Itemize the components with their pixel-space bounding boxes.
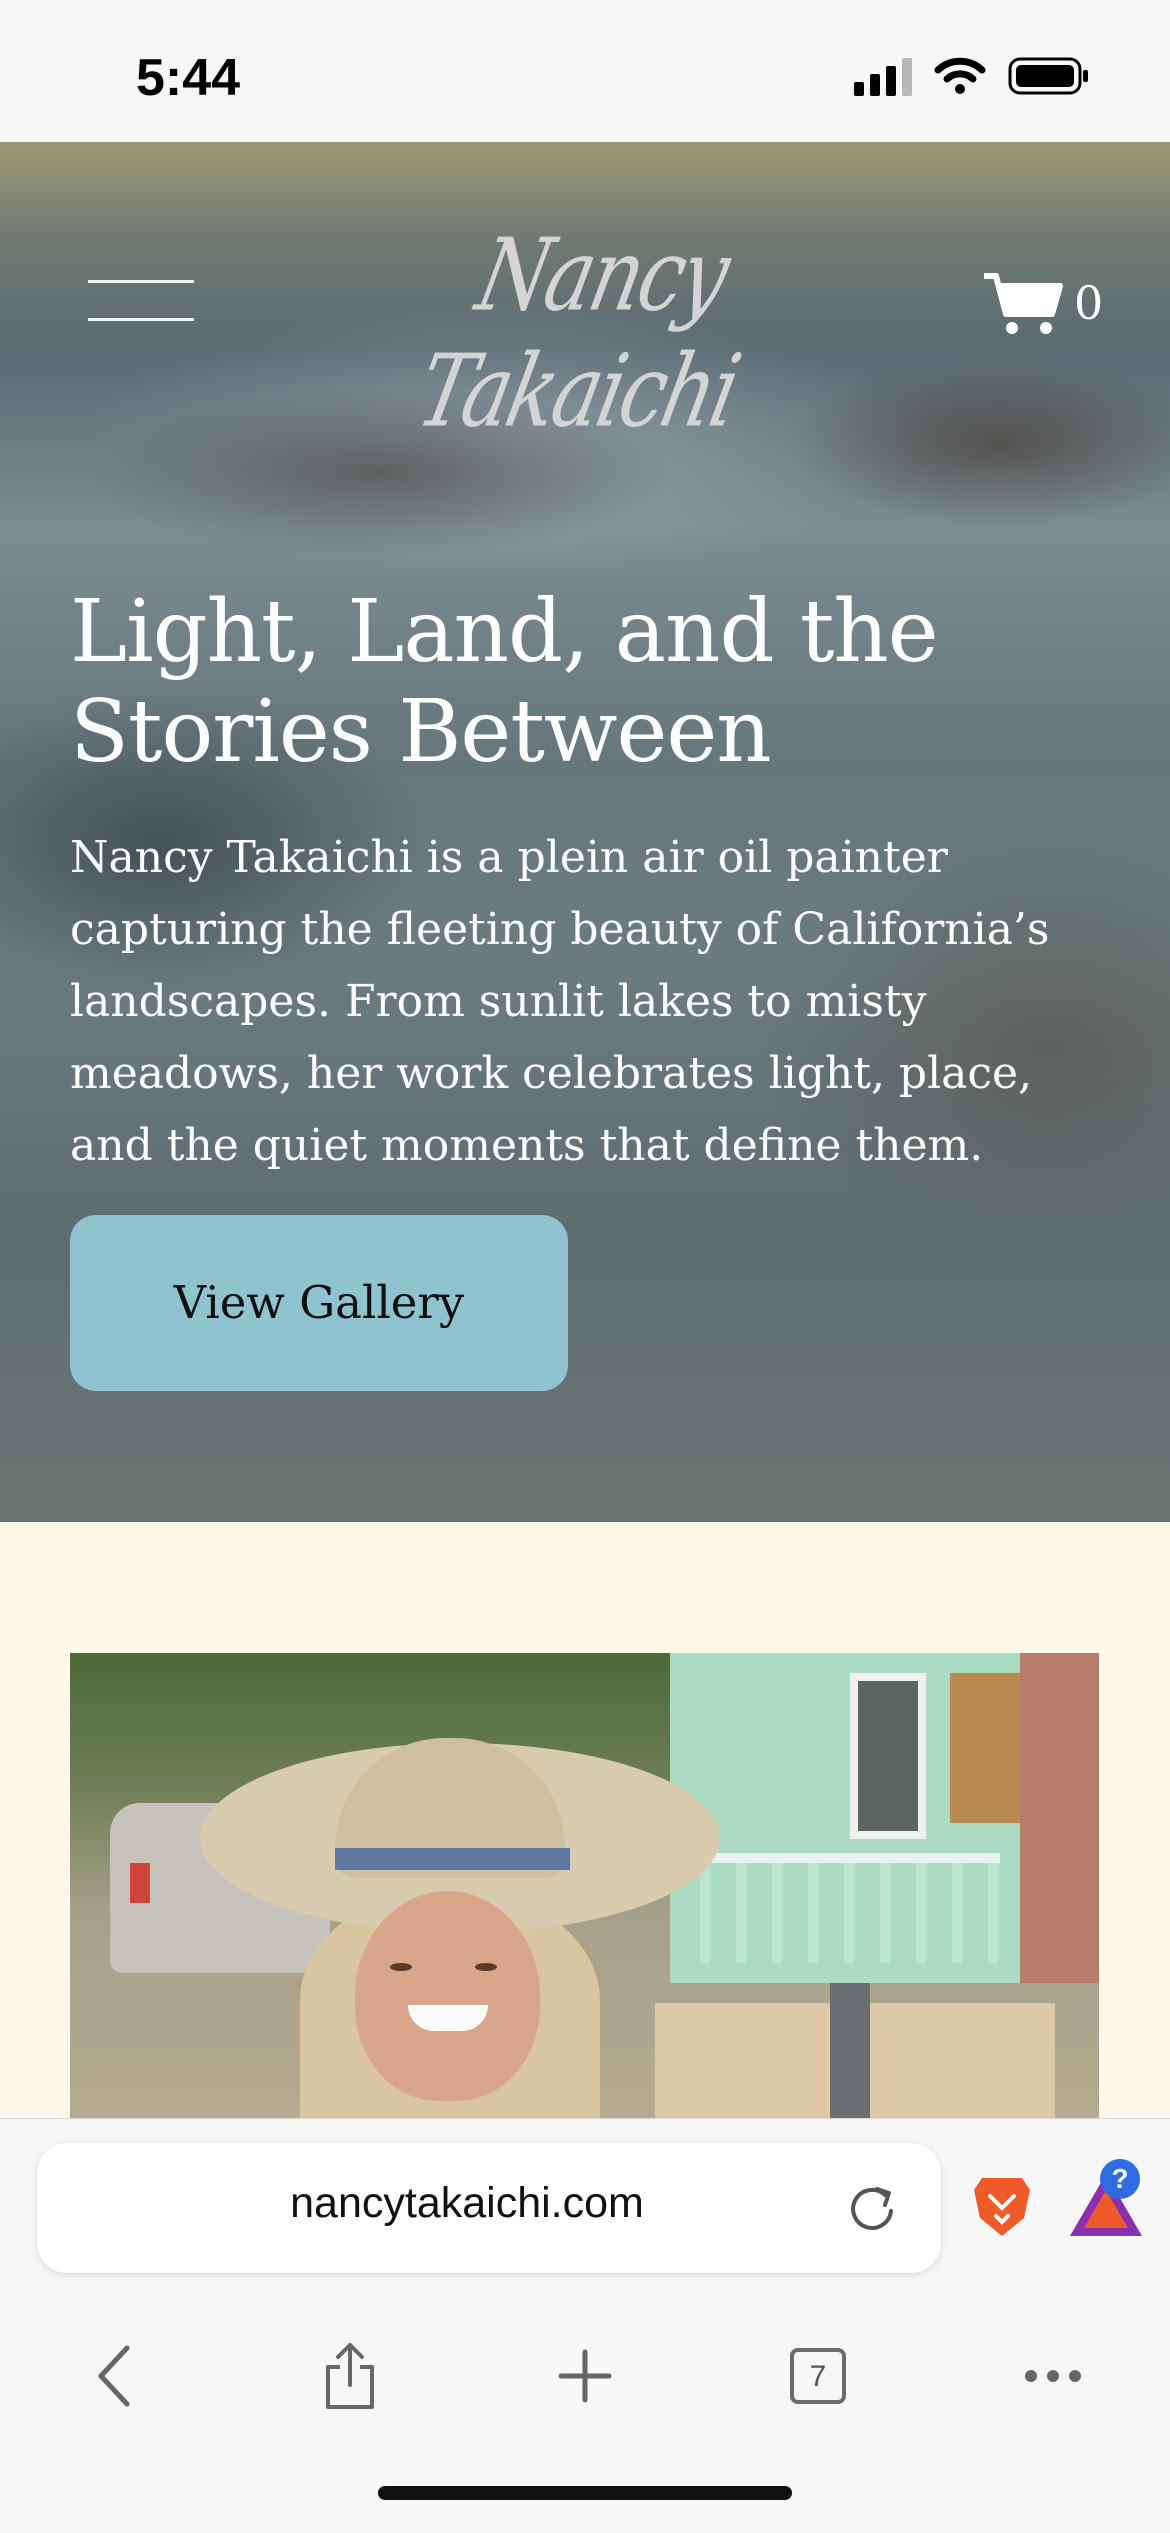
- new-tab-button[interactable]: [540, 2331, 630, 2421]
- home-indicator[interactable]: [378, 2486, 792, 2500]
- cart-button[interactable]: 0: [982, 270, 1103, 336]
- signal-icon: [854, 56, 912, 96]
- new-tab-icon: [558, 2349, 612, 2403]
- brave-lion-icon[interactable]: [972, 2174, 1032, 2240]
- back-icon: [98, 2345, 130, 2407]
- cart-icon: [984, 273, 1063, 334]
- logo-text: Nancy Takaichi: [408, 216, 748, 450]
- share-icon: [326, 2343, 374, 2409]
- hero-section: Nancy Takaichi 0 Light, Land, and the St…: [0, 142, 1170, 1522]
- artist-photo: [70, 1653, 1099, 2118]
- reload-icon[interactable]: [845, 2181, 901, 2237]
- battery-icon: [1008, 57, 1088, 95]
- back-button[interactable]: [70, 2331, 160, 2421]
- site-logo[interactable]: Nancy Takaichi: [380, 202, 800, 450]
- more-button[interactable]: [1008, 2331, 1098, 2421]
- url-text: nancytakaichi.com: [290, 2179, 644, 2227]
- hero-description: Nancy Takaichi is a plein air oil painte…: [70, 832, 1050, 1171]
- share-button[interactable]: [305, 2331, 395, 2421]
- address-bar[interactable]: nancytakaichi.com: [37, 2143, 941, 2273]
- hero-title: Light, Land, and the Stories Between: [70, 582, 939, 782]
- rewards-badge: ?: [1100, 2159, 1140, 2199]
- view-gallery-label: View Gallery: [173, 1276, 465, 1329]
- view-gallery-button[interactable]: View Gallery: [70, 1215, 568, 1391]
- more-icon: [1025, 2370, 1081, 2382]
- browser-toolbar: nancytakaichi.com ? 7: [0, 2118, 1170, 2533]
- wifi-icon: [934, 57, 986, 94]
- tabs-button[interactable]: 7: [773, 2331, 863, 2421]
- status-icons: [854, 56, 1090, 96]
- tabs-icon: 7: [790, 2348, 846, 2404]
- menu-icon[interactable]: [88, 280, 194, 322]
- status-time: 5:44: [136, 49, 241, 107]
- cart-count: 0: [1074, 276, 1104, 330]
- status-bar: 5:44: [0, 0, 1170, 142]
